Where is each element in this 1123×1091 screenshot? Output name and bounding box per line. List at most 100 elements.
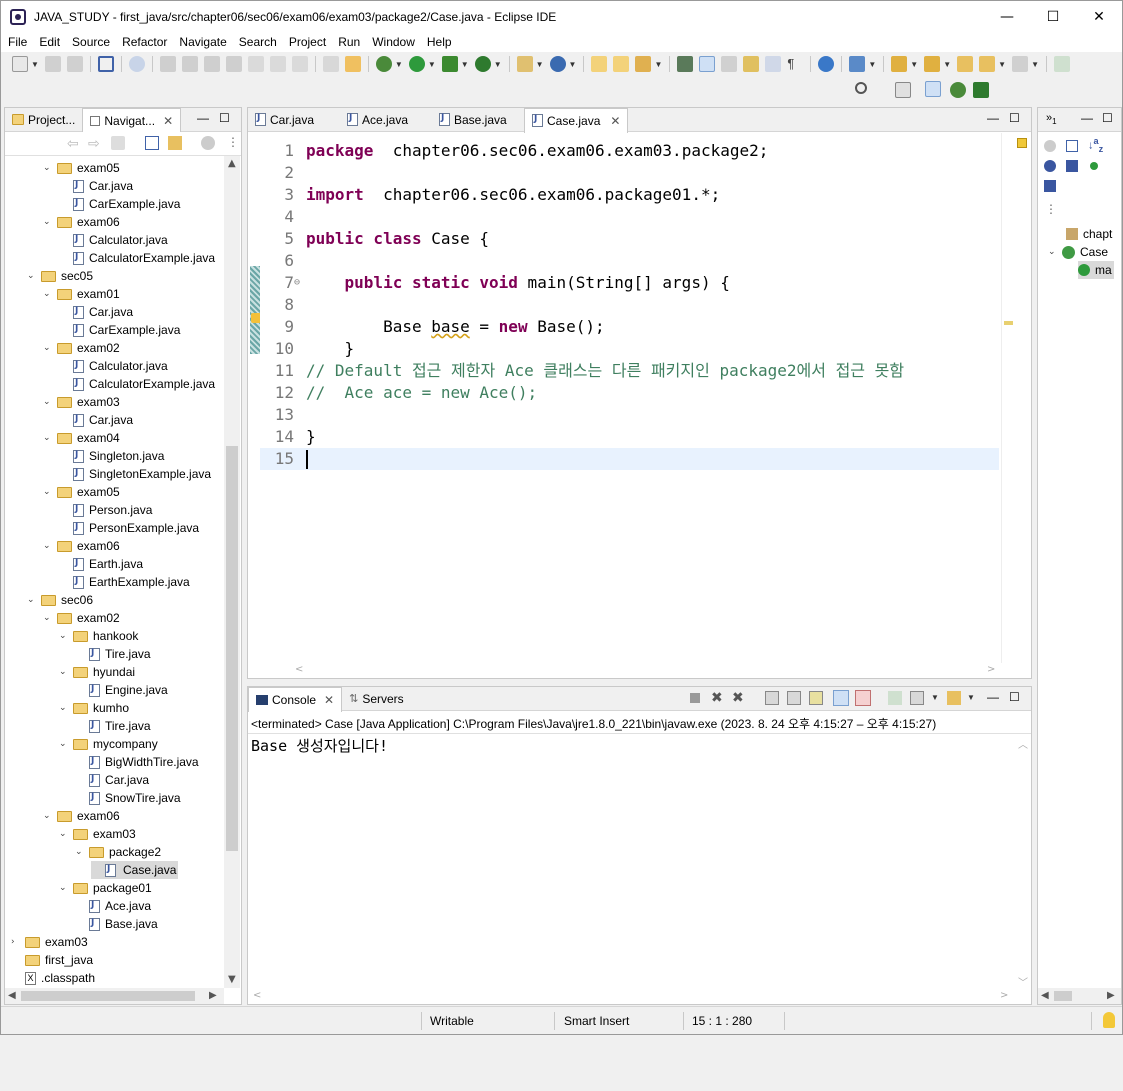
back-nav-icon[interactable]: ⇦ [67,135,79,152]
outline-more-icon[interactable]: ⋮ [1045,202,1057,216]
menu-source[interactable]: Source [65,35,115,49]
debug-icon[interactable] [375,56,392,72]
tree-folder[interactable]: ⌄ package2 [75,843,161,861]
code-line[interactable]: 14} [260,426,999,448]
maximize-console-icon[interactable]: ☐ [1009,690,1020,704]
collapse-outline-icon[interactable] [1066,140,1078,152]
tree-file[interactable]: Singleton.java [59,447,164,465]
tree-hscrollbar[interactable]: ◀ ▶ [5,988,224,1004]
chevron-down-icon[interactable]: ⌄ [43,613,52,623]
chevron-down-icon[interactable]: ⌄ [43,397,52,407]
minimize-button[interactable]: — [984,1,1030,32]
code-line[interactable]: 2 [260,162,999,184]
code-line[interactable]: 15 [260,448,999,470]
tree-folder[interactable]: ⌄ exam03 [43,393,120,411]
next-annotation-icon[interactable] [891,56,908,72]
search-tool-icon[interactable] [635,56,652,72]
tree-file[interactable]: Tire.java [75,645,151,663]
menu-project[interactable]: Project [282,35,331,49]
tree-file[interactable]: CarExample.java [59,321,180,339]
chevron-down-icon[interactable]: ⌄ [59,829,68,839]
tab-navigator[interactable]: Navigat... ✕ [82,107,182,133]
code-line[interactable]: 3 import chapter06.sec06.exam06.package01… [260,184,999,206]
terminal-icon[interactable] [97,56,114,72]
maximize-editor-icon[interactable]: ☐ [1009,111,1020,125]
code-line[interactable]: 8 [260,294,999,316]
annotation-icon[interactable] [677,56,694,72]
close-tab-icon[interactable]: ✕ [610,114,620,128]
tree-file[interactable]: Calculator.java [59,357,168,375]
tree-file[interactable]: CalculatorExample.java [59,375,215,393]
open-folder-icon[interactable] [591,56,608,72]
tree-folder[interactable]: ⌄ mycompany [59,735,158,753]
chevron-down-icon[interactable]: ⌄ [27,271,36,281]
tree-file[interactable]: CarExample.java [59,195,180,213]
pin-editor-icon[interactable] [1053,56,1070,72]
tree-folder[interactable]: ⌄ exam06 [43,807,120,825]
code-line[interactable]: 12 // Ace ace = new Ace(); [260,382,999,404]
toggle-mark-icon[interactable] [743,56,760,72]
chevron-down-icon[interactable]: ⌄ [59,883,68,893]
tree-folder[interactable]: ⌄ exam06 [43,537,120,555]
tree-folder[interactable]: ⌄ exam04 [43,429,120,447]
resume-icon[interactable] [159,56,176,72]
chevron-right-icon[interactable]: › [11,937,20,947]
console-hscrollbar[interactable]: < > [248,989,1014,1004]
tree-folder[interactable]: ⌄ sec05 [27,267,93,285]
step-over-icon[interactable] [269,56,286,72]
save-icon[interactable] [44,56,61,72]
more-icon[interactable]: ⋮ [227,135,239,149]
debug-perspective-icon[interactable] [950,82,966,98]
breadcrumb-icon[interactable] [721,56,738,72]
up-nav-icon[interactable] [111,136,125,150]
menu-file[interactable]: File [1,35,32,49]
block-select-icon[interactable] [765,56,782,72]
editor-overview-ruler[interactable] [1001,133,1015,663]
editor-tab-ace-java[interactable]: Ace.java [340,108,432,132]
suspend-icon[interactable] [181,56,198,72]
menu-refactor[interactable]: Refactor [115,35,172,49]
step-into-icon[interactable] [247,56,264,72]
save-all-icon[interactable] [66,56,83,72]
show-stdout-icon[interactable] [833,690,849,706]
forward-nav-icon[interactable]: ⇨ [88,135,100,152]
minimize-view-icon[interactable]: — [197,111,209,125]
chevron-down-icon[interactable]: ⌄ [59,667,68,677]
maximize-view-icon[interactable]: ☐ [219,111,230,125]
code-line[interactable]: 4 [260,206,999,228]
run-last-icon[interactable] [849,56,866,72]
tree-file[interactable]: Engine.java [75,681,168,699]
tree-folder[interactable]: ⌄ exam05 [43,483,120,501]
tree-file[interactable]: PersonExample.java [59,519,199,537]
chevron-down-icon[interactable]: ⌄ [43,433,52,443]
tree-scroll-thumb[interactable] [226,446,238,851]
tree-scrollbar[interactable]: ▲ ▼ [224,156,240,988]
chevron-down-icon[interactable]: ⌄ [43,343,52,353]
view-menu-icon[interactable] [201,136,215,150]
editor-tab-case-java[interactable]: Case.java ✕ [524,107,629,133]
restore-view-icon[interactable]: »1 [1046,112,1057,126]
remove-launch-icon[interactable]: ✖ [711,689,723,706]
tree-file[interactable]: SingletonExample.java [59,465,211,483]
link-editor-icon[interactable] [168,136,182,150]
menu-window[interactable]: Window [365,35,420,49]
menu-help[interactable]: Help [420,35,457,49]
close-tab-icon[interactable]: ✕ [324,693,334,707]
tree-file[interactable]: Base.java [75,915,158,933]
tree-file[interactable]: EarthExample.java [59,573,190,591]
pilcrow-icon[interactable]: ¶ [787,56,803,72]
tree-file[interactable]: BigWidthTire.java [75,753,199,771]
outline-item-class[interactable]: ⌄ Case [1048,243,1108,261]
tree-folder[interactable]: ⌄ hyundai [59,663,135,681]
step-return-icon[interactable] [291,56,308,72]
new-java-project-icon[interactable] [516,56,533,72]
outline-item-method[interactable]: ma [1078,261,1114,279]
hide-local-types-icon[interactable] [1044,180,1056,192]
skip-breakpoints-icon[interactable] [128,56,145,72]
terminate-icon[interactable] [203,56,220,72]
chevron-down-icon[interactable]: ⌄ [59,739,68,749]
scroll-lock-icon[interactable] [787,691,801,705]
open-type-icon[interactable] [344,56,361,72]
show-stderr-icon[interactable] [855,690,871,706]
new-icon[interactable] [12,56,28,72]
